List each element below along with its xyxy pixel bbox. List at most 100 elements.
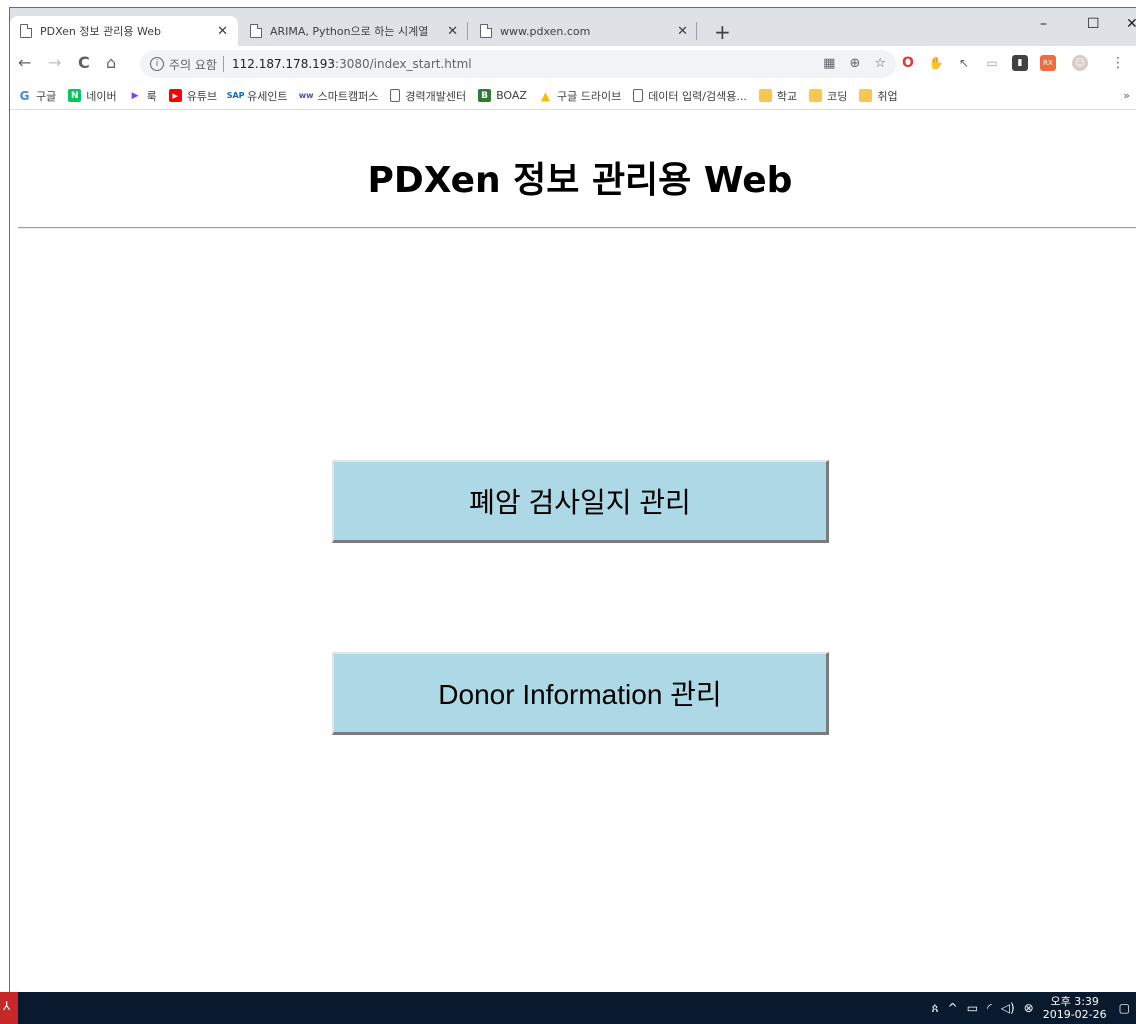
- taskbar: ጰ ^ ▭ ◜ ◁) ⊗ 오후 3:39 2019-02-26 ▢: [0, 992, 1136, 1024]
- donor-information-button[interactable]: Donor Information 관리: [332, 652, 829, 735]
- bookmark-label: 유튜브: [186, 89, 218, 103]
- page-icon: [250, 24, 262, 38]
- bookmarks-bar: G 구글 N 네이버 ▶ 룩 ▶ 유튜브 SAP 유세인트 ᴡᴡ 스마트캠퍼스 …: [10, 82, 1136, 110]
- system-tray: ጰ ^ ▭ ◜ ◁) ⊗ 오후 3:39 2019-02-26 ▢: [932, 992, 1136, 1024]
- campus-icon: ᴡᴡ: [298, 91, 314, 100]
- bookmark-label: 데이터 입력/검색용...: [648, 89, 747, 103]
- boaz-icon: B: [478, 89, 492, 102]
- lung-cancer-log-button[interactable]: 폐암 검사일지 관리: [332, 460, 829, 543]
- bookmark-label: 경력개발센터: [405, 89, 467, 103]
- bookmark-label: 취업: [877, 89, 898, 103]
- bookmark-youtube[interactable]: ▶ 유튜브: [168, 88, 218, 104]
- bookmark-label: 룩: [146, 89, 157, 103]
- notification-icon[interactable]: ▢: [1119, 1001, 1130, 1015]
- sap-icon: SAP: [226, 91, 245, 100]
- bookmark-smart-campus[interactable]: ᴡᴡ 스마트캠퍼스: [298, 88, 379, 104]
- naver-icon: N: [68, 89, 82, 102]
- back-button[interactable]: ←: [18, 54, 31, 72]
- security-status: 주의 요함: [169, 57, 217, 72]
- tab-title: ARIMA, Python으로 하는 시계열: [270, 25, 429, 38]
- url-path: :3080/index_start.html: [335, 57, 472, 71]
- bookmark-usaint[interactable]: SAP 유세인트: [226, 88, 288, 104]
- bookmark-label: 구글: [36, 89, 57, 103]
- zoom-icon[interactable]: ⊕: [849, 56, 860, 71]
- tab-strip: PDXen 정보 관리용 Web ✕ ARIMA, Python으로 하는 시계…: [10, 8, 1136, 46]
- bookmark-data-entry[interactable]: 데이터 입력/검색용...: [633, 88, 747, 104]
- bookmark-career[interactable]: 경력개발센터: [390, 88, 466, 104]
- tab-separator: [696, 22, 697, 40]
- tab-pdxen[interactable]: PDXen 정보 관리용 Web ✕: [10, 16, 238, 46]
- tab-close-icon[interactable]: ✕: [217, 24, 228, 39]
- tab-pdxen-com[interactable]: www.pdxen.com ✕: [470, 16, 698, 46]
- maximize-button[interactable]: ☐: [1087, 16, 1100, 32]
- opera-icon[interactable]: O: [900, 55, 916, 71]
- tab-close-icon[interactable]: ✕: [677, 24, 688, 39]
- play-icon: ▶: [131, 90, 139, 101]
- close-window-button[interactable]: ✕: [1126, 16, 1136, 32]
- tab-separator: [467, 22, 468, 40]
- bookmark-label: 유세인트: [247, 89, 288, 103]
- bookmark-label: BOAZ: [496, 89, 527, 102]
- divider: [18, 227, 1136, 229]
- bookmark-google[interactable]: G 구글: [18, 88, 57, 104]
- reload-button[interactable]: C: [78, 54, 90, 72]
- rx-ext-icon[interactable]: RX: [1040, 55, 1056, 71]
- bookmark-folder-jobs[interactable]: 취업: [859, 88, 898, 104]
- bookmark-label: 스마트캠퍼스: [317, 89, 379, 103]
- menu-kebab-icon[interactable]: ⋮: [1110, 55, 1126, 71]
- folder-icon: [859, 89, 873, 102]
- hand-pointer-icon[interactable]: ✋: [928, 55, 944, 71]
- clock[interactable]: 오후 3:39 2019-02-26: [1043, 995, 1107, 1021]
- clock-time: 오후 3:39: [1050, 995, 1099, 1008]
- google-icon: G: [19, 88, 30, 103]
- volume-icon[interactable]: ◁): [1001, 1001, 1015, 1015]
- battery-icon[interactable]: ▭: [967, 1001, 978, 1015]
- url-host: 112.187.178.193: [231, 57, 336, 71]
- bookmark-boaz[interactable]: B BOAZ: [478, 89, 527, 102]
- bookmark-look[interactable]: ▶ 룩: [129, 88, 157, 104]
- bookmarks-overflow-button[interactable]: »: [1123, 89, 1130, 102]
- browser-toolbar: ← → C ⌂ i 주의 요함 112.187.178.193:3080/ind…: [10, 46, 1136, 82]
- people-icon[interactable]: ጰ: [932, 1001, 939, 1016]
- bookmark-folder-coding[interactable]: 코딩: [809, 88, 847, 104]
- tab-title: www.pdxen.com: [500, 24, 591, 38]
- bookmark-label: 구글 드라이브: [556, 89, 622, 103]
- bookmark-folder-school[interactable]: 학교: [758, 88, 798, 104]
- screen-icon[interactable]: ▭: [984, 55, 1000, 71]
- home-button[interactable]: ⌂: [106, 54, 116, 72]
- bookmark-label: 코딩: [827, 89, 848, 103]
- bookmark-label: 학교: [776, 89, 798, 103]
- page-icon: [633, 89, 644, 102]
- new-tab-button[interactable]: +: [714, 22, 731, 42]
- wifi-icon[interactable]: ◜: [987, 1001, 992, 1015]
- avatar[interactable]: ☺: [1072, 55, 1088, 71]
- page-icon: [480, 24, 492, 38]
- tab-title: PDXen 정보 관리용 Web: [40, 25, 161, 38]
- page-title: PDXen 정보 관리용 Web: [367, 160, 793, 201]
- youtube-icon: ▶: [168, 89, 182, 102]
- omnibox-actions: ▦ ⊕ ☆: [823, 56, 886, 71]
- bookmark-naver[interactable]: N 네이버: [68, 88, 117, 104]
- page-icon: [20, 24, 32, 38]
- dark-ext-icon[interactable]: ▮: [1012, 55, 1028, 71]
- chevron-up-icon[interactable]: ^: [948, 1001, 958, 1015]
- omnibox-separator: [222, 56, 224, 72]
- address-bar[interactable]: i 주의 요함 112.187.178.193:3080/index_start…: [140, 50, 896, 78]
- tab-close-icon[interactable]: ✕: [447, 24, 458, 39]
- bookmark-drive[interactable]: ▲ 구글 드라이브: [539, 88, 621, 104]
- info-icon[interactable]: i: [150, 57, 164, 71]
- clock-date: 2019-02-26: [1042, 1008, 1107, 1021]
- cursor-icon[interactable]: ↖: [956, 55, 972, 71]
- drive-icon: ▲: [540, 88, 551, 103]
- tab-arima[interactable]: ARIMA, Python으로 하는 시계열 ✕: [240, 16, 468, 46]
- pdf-app-icon[interactable]: [0, 992, 18, 1024]
- minimize-button[interactable]: –: [1040, 16, 1047, 32]
- network-error-icon[interactable]: ⊗: [1024, 1001, 1034, 1015]
- page-content: PDXen 정보 관리용 Web 폐암 검사일지 관리 Donor Inform…: [10, 111, 1136, 992]
- page-icon: [390, 89, 401, 102]
- bookmark-star-icon[interactable]: ☆: [874, 56, 886, 71]
- forward-button[interactable]: →: [48, 54, 61, 72]
- translate-icon[interactable]: ▦: [823, 56, 835, 71]
- folder-icon: [809, 89, 823, 102]
- folder-icon: [758, 89, 772, 102]
